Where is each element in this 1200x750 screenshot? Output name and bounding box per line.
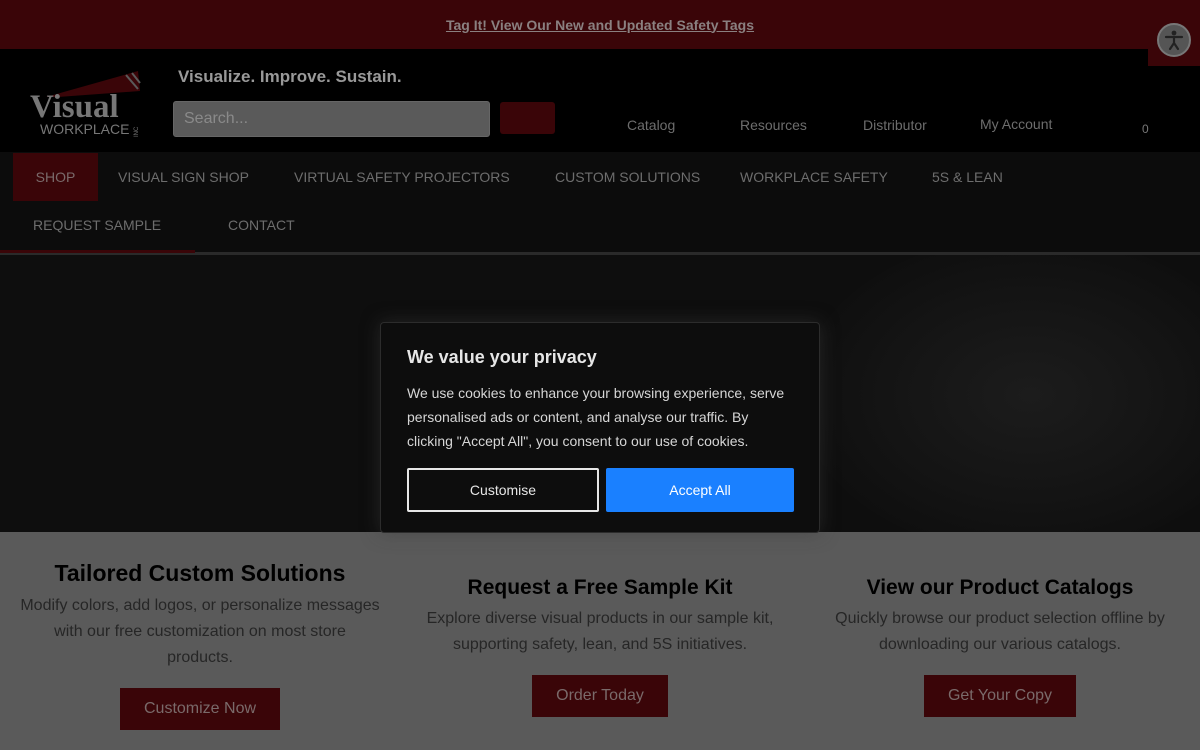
cart-count[interactable]: 0 (1142, 122, 1149, 136)
feature-title: Request a Free Sample Kit (467, 576, 733, 599)
tagline: Visualize. Improve. Sustain. (178, 67, 402, 86)
nav-workplace-safety[interactable]: WORKPLACE SAFETY (740, 153, 888, 201)
feature-title: View our Product Catalogs (866, 576, 1134, 599)
feature-text: Modify colors, add logos, or personalize… (20, 597, 380, 666)
distributor-link[interactable]: Distributor (863, 117, 927, 133)
cookie-title: We value your privacy (407, 347, 597, 367)
search-input[interactable] (173, 101, 490, 137)
feature-product-catalogs: View our Product Catalogs Quickly browse… (820, 576, 1180, 717)
nav-contact[interactable]: CONTACT (228, 201, 295, 249)
resources-link[interactable]: Resources (740, 117, 807, 133)
nav-virtual-safety-projectors[interactable]: VIRTUAL SAFETY PROJECTORS (294, 153, 510, 201)
customize-now-button[interactable]: Customize Now (120, 688, 280, 730)
logo-subtext: WORKPLACE (40, 121, 129, 137)
cookie-consent-dialog: We value your privacy We use cookies to … (380, 322, 820, 533)
get-your-copy-button[interactable]: Get Your Copy (924, 675, 1076, 717)
logo[interactable]: Visual WORKPLACE INC (28, 69, 148, 139)
catalog-link[interactable]: Catalog (627, 117, 675, 133)
promo-link[interactable]: Tag It! View Our New and Updated Safety … (446, 17, 754, 33)
my-account-link[interactable]: My Account (980, 116, 1052, 132)
promo-bar: Tag It! View Our New and Updated Safety … (0, 0, 1200, 49)
feature-sample-kit: Request a Free Sample Kit Explore divers… (420, 576, 780, 717)
customise-button[interactable]: Customise (407, 468, 599, 512)
nav-custom-solutions[interactable]: CUSTOM SOLUTIONS (555, 153, 700, 201)
main-nav: SHOP VISUAL SIGN SHOP VIRTUAL SAFETY PRO… (0, 152, 1200, 255)
logo-inc: INC (134, 126, 140, 137)
feature-text: Quickly browse our product selection off… (835, 610, 1165, 653)
search-button[interactable] (500, 102, 555, 134)
accessibility-button[interactable] (1148, 14, 1200, 66)
accept-all-button[interactable]: Accept All (606, 468, 794, 512)
hero-background (800, 255, 1200, 532)
nav-request-sample[interactable]: REQUEST SAMPLE (33, 201, 161, 249)
feature-section: Tailored Custom Solutions Modify colors,… (0, 532, 1200, 750)
feature-title: Tailored Custom Solutions (54, 560, 346, 586)
order-today-button[interactable]: Order Today (532, 675, 668, 717)
feature-text: Explore diverse visual products in our s… (426, 610, 774, 653)
accessibility-icon (1157, 23, 1191, 57)
logo-text: Visual (30, 89, 119, 125)
cookie-body: We use cookies to enhance your browsing … (407, 385, 785, 449)
nav-5s-lean[interactable]: 5S & LEAN (932, 153, 1003, 201)
site-header: Visual WORKPLACE INC Visualize. Improve.… (0, 49, 1200, 152)
nav-shop[interactable]: SHOP (13, 153, 98, 201)
feature-custom-solutions: Tailored Custom Solutions Modify colors,… (20, 560, 380, 730)
nav-visual-sign-shop[interactable]: VISUAL SIGN SHOP (118, 153, 249, 201)
nav-active-underline (0, 250, 195, 253)
logo-icon: Visual WORKPLACE INC (30, 71, 141, 137)
